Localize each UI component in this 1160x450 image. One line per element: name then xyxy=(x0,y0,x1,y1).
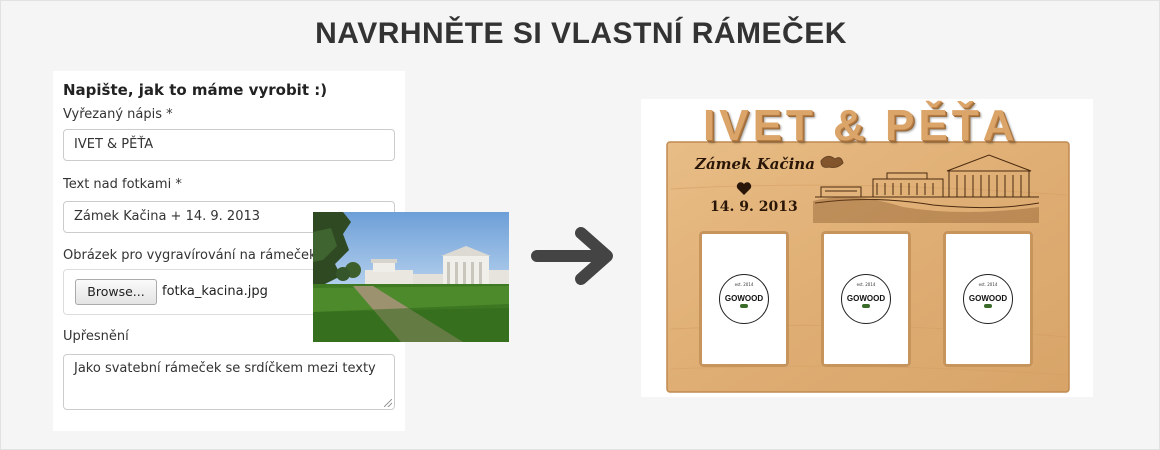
resize-grip-icon[interactable] xyxy=(384,399,392,407)
photo-text-label: Text nad fotkami * xyxy=(63,177,182,192)
engraved-chateau xyxy=(813,151,1040,227)
gowood-logo: est. 2014 GOWOOD xyxy=(963,274,1013,324)
arrow-right-icon xyxy=(531,225,617,291)
engraved-place: Zámek Kačina xyxy=(695,155,815,173)
gowood-logo: est. 2014 GOWOOD xyxy=(841,274,891,324)
selected-file-name: fotka_kacina.jpg xyxy=(162,284,268,299)
photo-window-1: est. 2014 GOWOOD xyxy=(699,231,789,367)
engraving-image-label: Obrázek pro vygravírování na rámeček xyxy=(63,248,317,263)
engraved-date: 14. 9. 2013 xyxy=(710,199,798,215)
frame-preview: IVET & PĚŤA Zámek Kačina 14. 9. 2013 est… xyxy=(641,99,1093,397)
cut-text-input[interactable]: IVET & PĚŤA xyxy=(63,129,395,161)
uploaded-chateau-photo xyxy=(313,212,509,342)
form-heading: Napište, jak to máme vyrobit :) xyxy=(63,81,328,99)
photo-window-2: est. 2014 GOWOOD xyxy=(821,231,911,367)
cut-text-label: Vyřezaný nápis * xyxy=(63,107,173,122)
details-textarea[interactable]: Jako svatební rámeček se srdíčkem mezi t… xyxy=(63,354,395,410)
details-text: Jako svatební rámeček se srdíčkem mezi t… xyxy=(74,361,376,376)
details-label: Upřesnění xyxy=(63,329,129,344)
browse-button[interactable]: Browse... xyxy=(75,279,157,305)
gowood-logo: est. 2014 GOWOOD xyxy=(719,274,769,324)
photo-window-3: est. 2014 GOWOOD xyxy=(943,231,1033,367)
heart-icon xyxy=(736,181,752,200)
page-title: NAVRHNĚTE SI VLASTNÍ RÁMEČEK xyxy=(315,17,847,50)
frame-cut-text: IVET & PĚŤA xyxy=(703,101,1019,150)
